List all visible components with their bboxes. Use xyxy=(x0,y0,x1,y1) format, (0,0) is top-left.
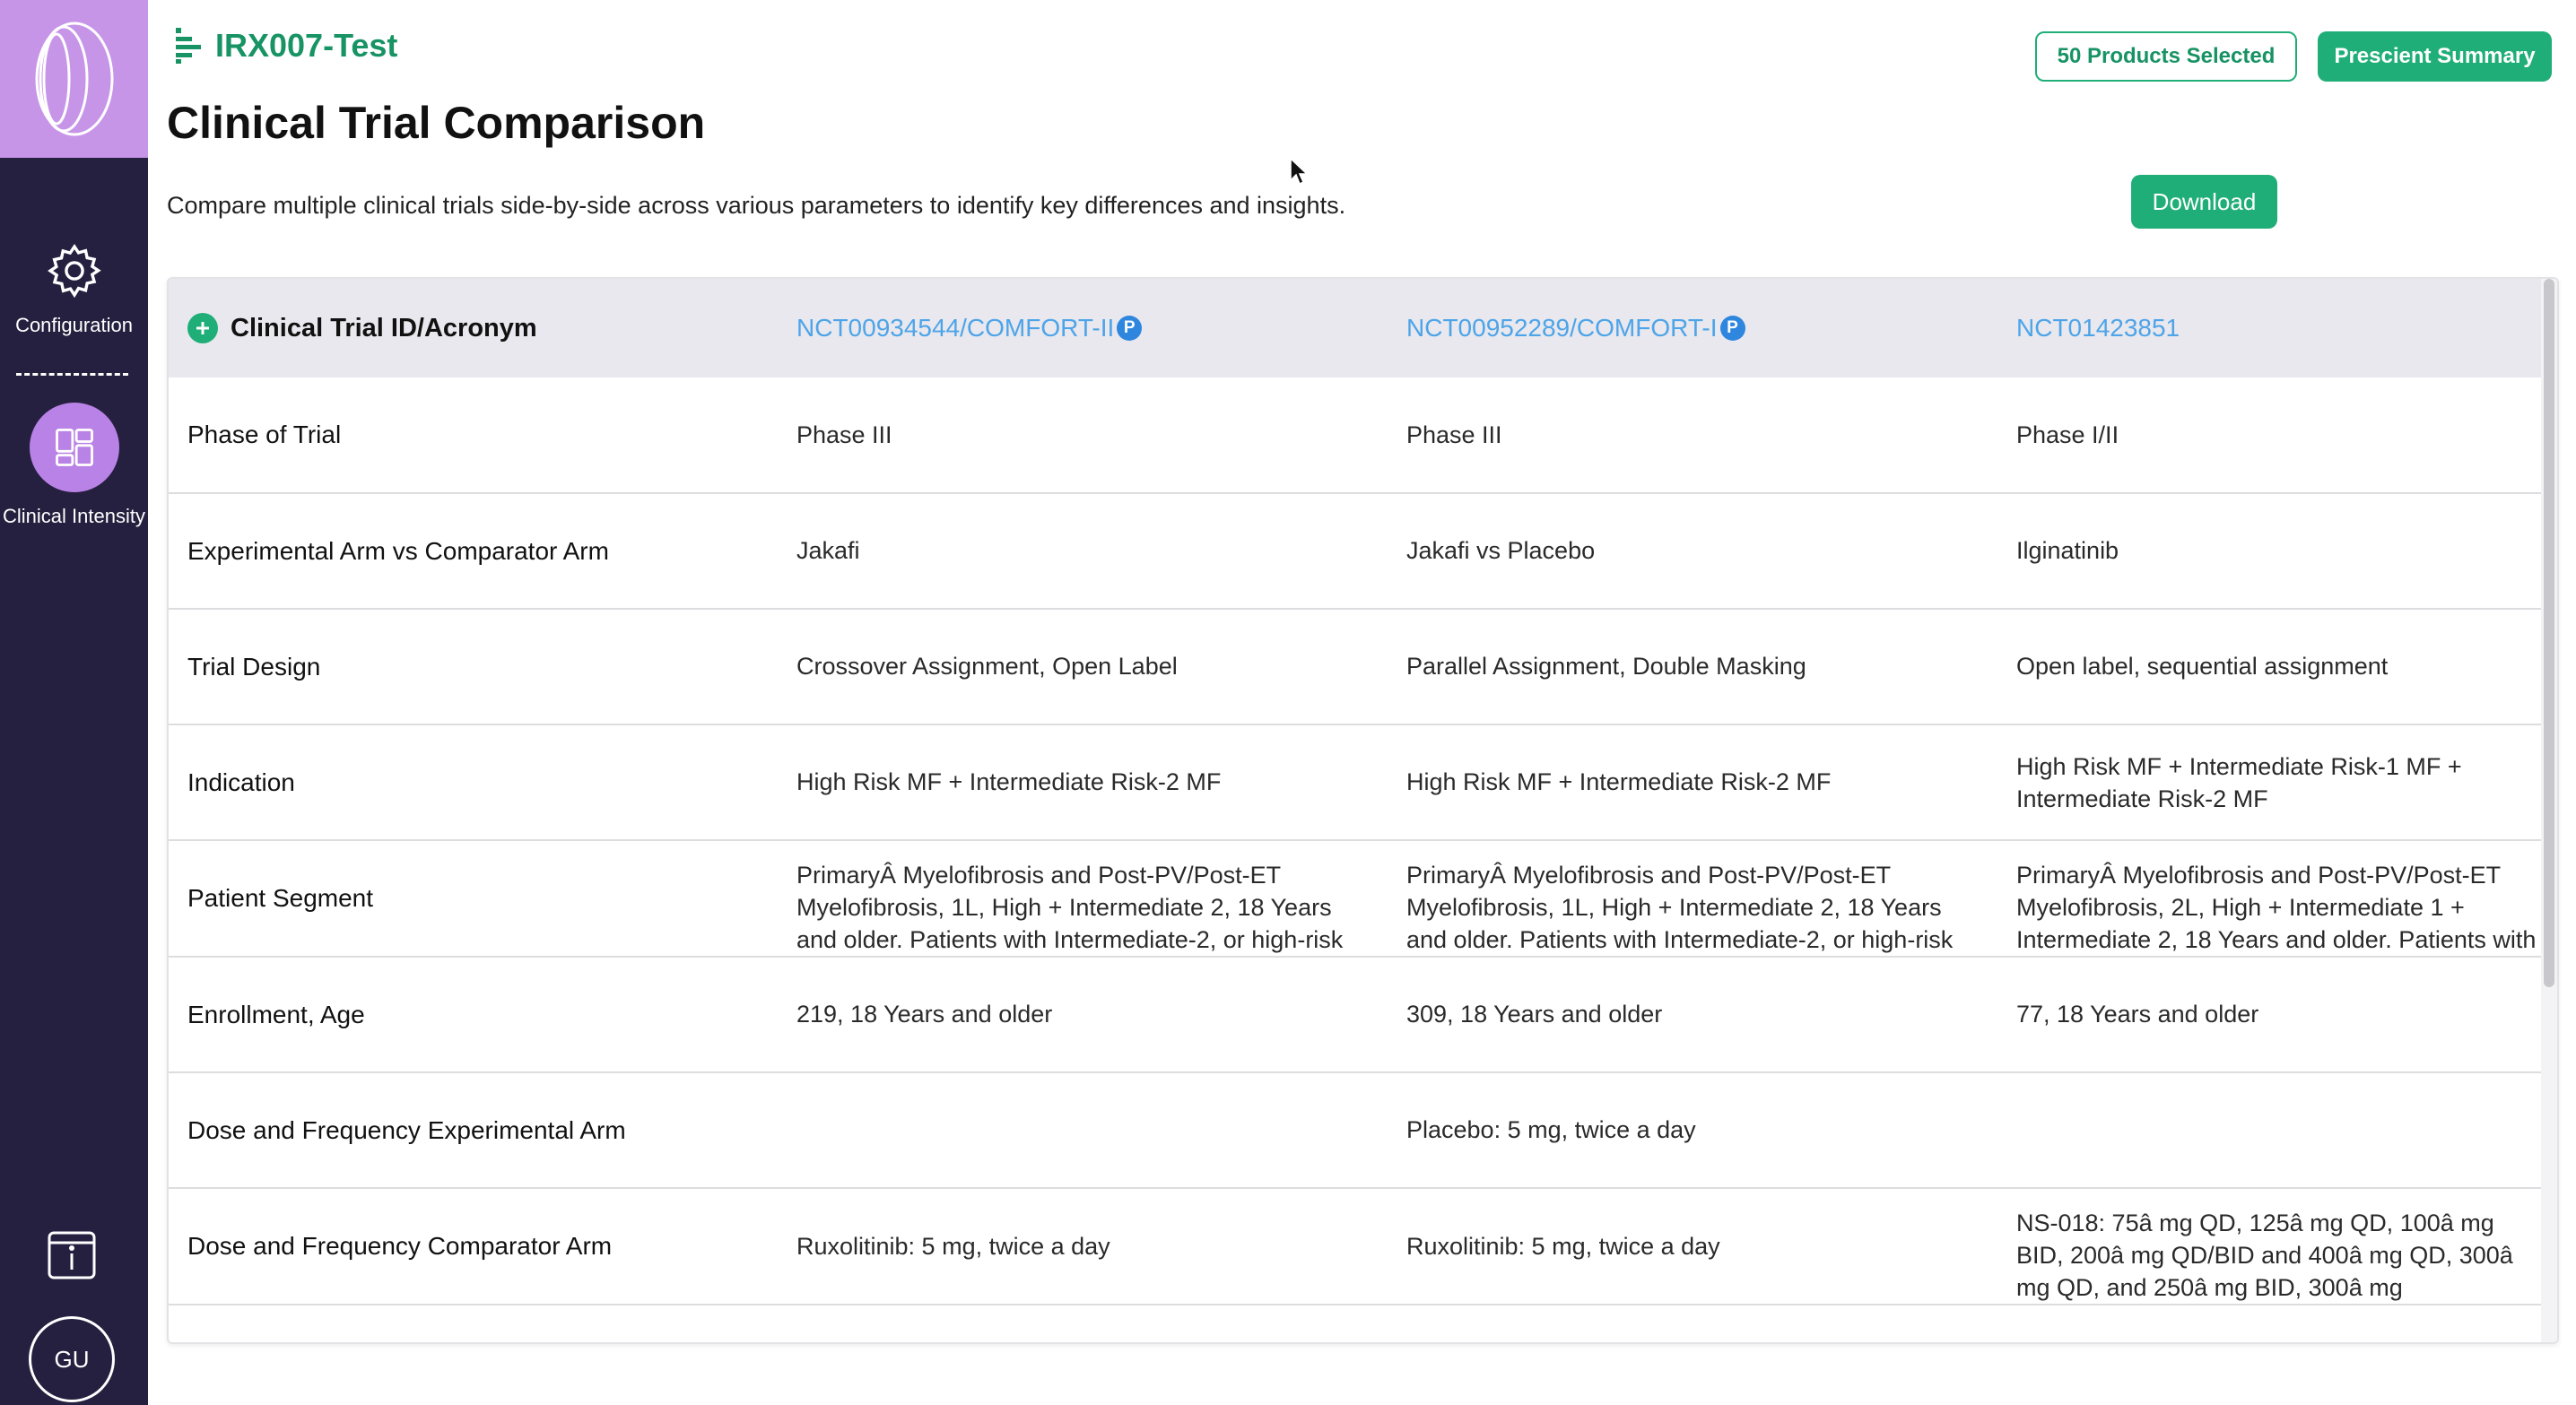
table-row: Phase of Trial Phase III Phase III Phase… xyxy=(169,377,2543,494)
info-icon xyxy=(48,1231,96,1279)
row-label: Indication xyxy=(187,768,295,796)
row-value: 77, 18 Years and older xyxy=(2016,1001,2259,1028)
info-button[interactable] xyxy=(47,1230,97,1280)
table-scrollbar[interactable] xyxy=(2541,279,2557,1342)
row-value: High Risk MF + Intermediate Risk-1 MF + … xyxy=(2016,752,2462,812)
row-label: Phase of Trial xyxy=(187,421,342,448)
row-value: Phase I/II xyxy=(2016,421,2119,448)
row-value: Open label, sequential assignment xyxy=(2016,653,2389,680)
row-label: Experimental Arm vs Comparator Arm xyxy=(187,536,609,565)
row-value: Jakafi xyxy=(796,537,860,564)
sidebar: Configuration Clinical Intensity GU xyxy=(0,0,148,1405)
row-label: Enrollment, Age xyxy=(187,1000,365,1028)
row-value: Phase III xyxy=(1406,421,1502,448)
row-value: PrimaryÂ Myelofibrosis and Post-PV/Post-… xyxy=(1406,862,1954,953)
row-label: Dose and Frequency Experimental Arm xyxy=(187,1115,626,1144)
table-row: Enrollment, Age 219, 18 Years and older … xyxy=(169,958,2543,1073)
table-row: Dose and Frequency Comparator Arm Ruxoli… xyxy=(169,1189,2543,1305)
table-row: Experimental Arm vs Comparator Arm Jakaf… xyxy=(169,494,2543,610)
row-value: NS-018: 75â mg QD, 125â mg QD, 100â mg B… xyxy=(2016,1210,2513,1301)
project-header: IRX007-Test xyxy=(176,27,397,65)
row-value: High Risk MF + Intermediate Risk-2 MF xyxy=(1406,768,1832,795)
row-value-cell: PrimaryÂ Myelofibrosis and Post-PV/Post-… xyxy=(2016,841,2537,956)
products-selected-button[interactable]: 50 Products Selected xyxy=(2035,31,2297,82)
dashboard-icon xyxy=(55,429,93,466)
row-value: Crossover Assignment, Open Label xyxy=(796,653,1178,680)
active-indicator xyxy=(29,403,119,492)
row-value: PrimaryÂ Myelofibrosis and Post-PV/Post-… xyxy=(2016,862,2537,953)
row-value-cell: PrimaryÂ Myelofibrosis and Post-PV/Post-… xyxy=(1406,841,1980,956)
row-value: Ruxolitinib: 5 mg, twice a day xyxy=(1406,1232,1720,1260)
row-value: Placebo: 5 mg, twice a day xyxy=(1406,1116,1696,1143)
row-label: Trial Design xyxy=(187,652,321,681)
prescient-badge-icon[interactable]: P xyxy=(1719,316,1745,341)
page-subtitle: Compare multiple clinical trials side-by… xyxy=(167,192,1346,219)
row-value: Parallel Assignment, Double Masking xyxy=(1406,653,1806,680)
trial-header-cell: NCT00952289/COMFORT-I P xyxy=(1406,279,1980,377)
mouse-cursor-icon xyxy=(1290,158,1309,186)
app-logo[interactable] xyxy=(0,0,148,158)
sidebar-item-configuration[interactable]: Configuration xyxy=(0,240,148,337)
user-avatar[interactable]: GU xyxy=(29,1316,115,1402)
row-value: Ilginatinib xyxy=(2016,537,2119,564)
project-name: IRX007-Test xyxy=(215,27,398,64)
trial-link[interactable]: NCT01423851 xyxy=(2016,314,2180,343)
sidebar-item-clinical-intensity[interactable]: Clinical Intensity xyxy=(0,403,148,528)
trial-header-cell: NCT01423851 xyxy=(2016,279,2537,377)
row-value: 309, 18 Years and older xyxy=(1406,1001,1663,1028)
row-label: Patient Segment xyxy=(187,884,374,912)
row-value: Phase III xyxy=(796,421,892,448)
row-value xyxy=(796,1073,1371,1187)
trial-link[interactable]: NCT00934544/COMFORT-II xyxy=(796,314,1114,343)
page-title: Clinical Trial Comparison xyxy=(167,98,706,148)
row-value: High Risk MF + Intermediate Risk-2 MF xyxy=(796,768,1222,795)
trial-link[interactable]: NCT00952289/COMFORT-I xyxy=(1406,314,1718,343)
gear-icon xyxy=(47,244,101,299)
row-value: 219, 18 Years and older xyxy=(796,1001,1053,1028)
comparison-table: Clinical Trial ID/Acronym NCT00934544/CO… xyxy=(167,277,2559,1344)
brand-logo-icon xyxy=(35,22,113,136)
row-value-cell: NS-018: 75â mg QD, 125â mg QD, 100â mg B… xyxy=(2016,1189,2537,1304)
sidebar-item-label: Clinical Intensity xyxy=(3,505,145,527)
sidebar-item-label: Configuration xyxy=(15,314,133,336)
row-value: PrimaryÂ Myelofibrosis and Post-PV/Post-… xyxy=(796,862,1344,953)
prescient-badge-icon[interactable]: P xyxy=(1117,316,1143,341)
row-value-cell: PrimaryÂ Myelofibrosis and Post-PV/Post-… xyxy=(796,841,1371,956)
sidebar-divider xyxy=(16,373,128,376)
row-value-cell: High Risk MF + Intermediate Risk-1 MF + … xyxy=(2016,725,2537,839)
table-row: Trial Design Crossover Assignment, Open … xyxy=(169,610,2543,725)
scrollbar-thumb[interactable] xyxy=(2544,279,2554,987)
table-header-row: Clinical Trial ID/Acronym NCT00934544/CO… xyxy=(169,279,2543,377)
header-label: Clinical Trial ID/Acronym xyxy=(231,313,537,343)
add-trial-icon[interactable] xyxy=(187,313,218,343)
download-button[interactable]: Download xyxy=(2131,175,2277,229)
prescient-summary-button[interactable]: Prescient Summary xyxy=(2318,31,2552,82)
row-value xyxy=(2016,1073,2537,1187)
table-row: Indication High Risk MF + Intermediate R… xyxy=(169,725,2543,841)
row-value: Ruxolitinib: 5 mg, twice a day xyxy=(796,1232,1110,1260)
trial-header-cell: NCT00934544/COMFORT-II P xyxy=(796,279,1371,377)
row-label: Dose and Frequency Comparator Arm xyxy=(187,1232,613,1260)
project-list-icon xyxy=(176,28,201,64)
table-row: Dose and Frequency Experimental Arm Plac… xyxy=(169,1073,2543,1189)
table-row: Patient Segment PrimaryÂ Myelofibrosis a… xyxy=(169,841,2543,958)
row-value: Jakafi vs Placebo xyxy=(1406,537,1596,564)
header-label-cell: Clinical Trial ID/Acronym xyxy=(187,279,770,377)
